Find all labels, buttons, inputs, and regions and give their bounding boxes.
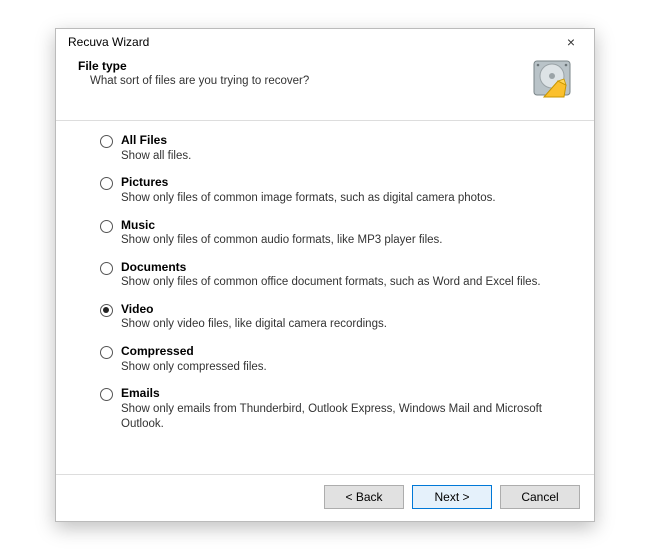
wizard-dialog: Recuva Wizard × File type What sort of f…	[55, 28, 595, 521]
radio-music[interactable]	[100, 220, 113, 233]
option-documents[interactable]: Documents Show only files of common offi…	[100, 260, 572, 291]
radio-compressed[interactable]	[100, 346, 113, 359]
option-emails[interactable]: Emails Show only emails from Thunderbird…	[100, 386, 572, 433]
option-label: Compressed	[121, 344, 267, 360]
option-desc: Show only emails from Thunderbird, Outlo…	[121, 402, 572, 433]
header-text: File type What sort of files are you try…	[84, 59, 309, 87]
option-all-files[interactable]: All Files Show all files.	[100, 133, 572, 164]
back-button[interactable]: < Back	[324, 485, 404, 509]
next-button[interactable]: Next >	[412, 485, 492, 509]
titlebar: Recuva Wizard ×	[56, 29, 594, 53]
close-icon[interactable]: ×	[556, 35, 586, 49]
option-label: Music	[121, 218, 443, 234]
option-desc: Show only files of common office documen…	[121, 275, 541, 291]
option-desc: Show only compressed files.	[121, 360, 267, 376]
page-subheading: What sort of files are you trying to rec…	[90, 75, 309, 87]
cancel-button[interactable]: Cancel	[500, 485, 580, 509]
option-video[interactable]: Video Show only video files, like digita…	[100, 302, 572, 333]
radio-pictures[interactable]	[100, 177, 113, 190]
radio-documents[interactable]	[100, 262, 113, 275]
wizard-buttons: < Back Next > Cancel	[56, 474, 594, 521]
option-desc: Show only video files, like digital came…	[121, 317, 387, 333]
option-pictures[interactable]: Pictures Show only files of common image…	[100, 175, 572, 206]
option-label: All Files	[121, 133, 191, 149]
window-title: Recuva Wizard	[68, 35, 149, 49]
option-music[interactable]: Music Show only files of common audio fo…	[100, 218, 572, 249]
radio-emails[interactable]	[100, 388, 113, 401]
page-heading: File type	[78, 59, 309, 73]
option-label: Pictures	[121, 175, 496, 191]
wizard-header: File type What sort of files are you try…	[56, 53, 594, 114]
option-desc: Show all files.	[121, 149, 191, 165]
options-list: All Files Show all files. Pictures Show …	[56, 121, 594, 453]
option-label: Video	[121, 302, 387, 318]
option-label: Documents	[121, 260, 541, 276]
option-compressed[interactable]: Compressed Show only compressed files.	[100, 344, 572, 375]
option-desc: Show only files of common image formats,…	[121, 191, 496, 207]
hard-drive-recovery-icon	[530, 57, 576, 108]
option-desc: Show only files of common audio formats,…	[121, 233, 443, 249]
radio-all-files[interactable]	[100, 135, 113, 148]
option-label: Emails	[121, 386, 572, 402]
radio-video[interactable]	[100, 304, 113, 317]
